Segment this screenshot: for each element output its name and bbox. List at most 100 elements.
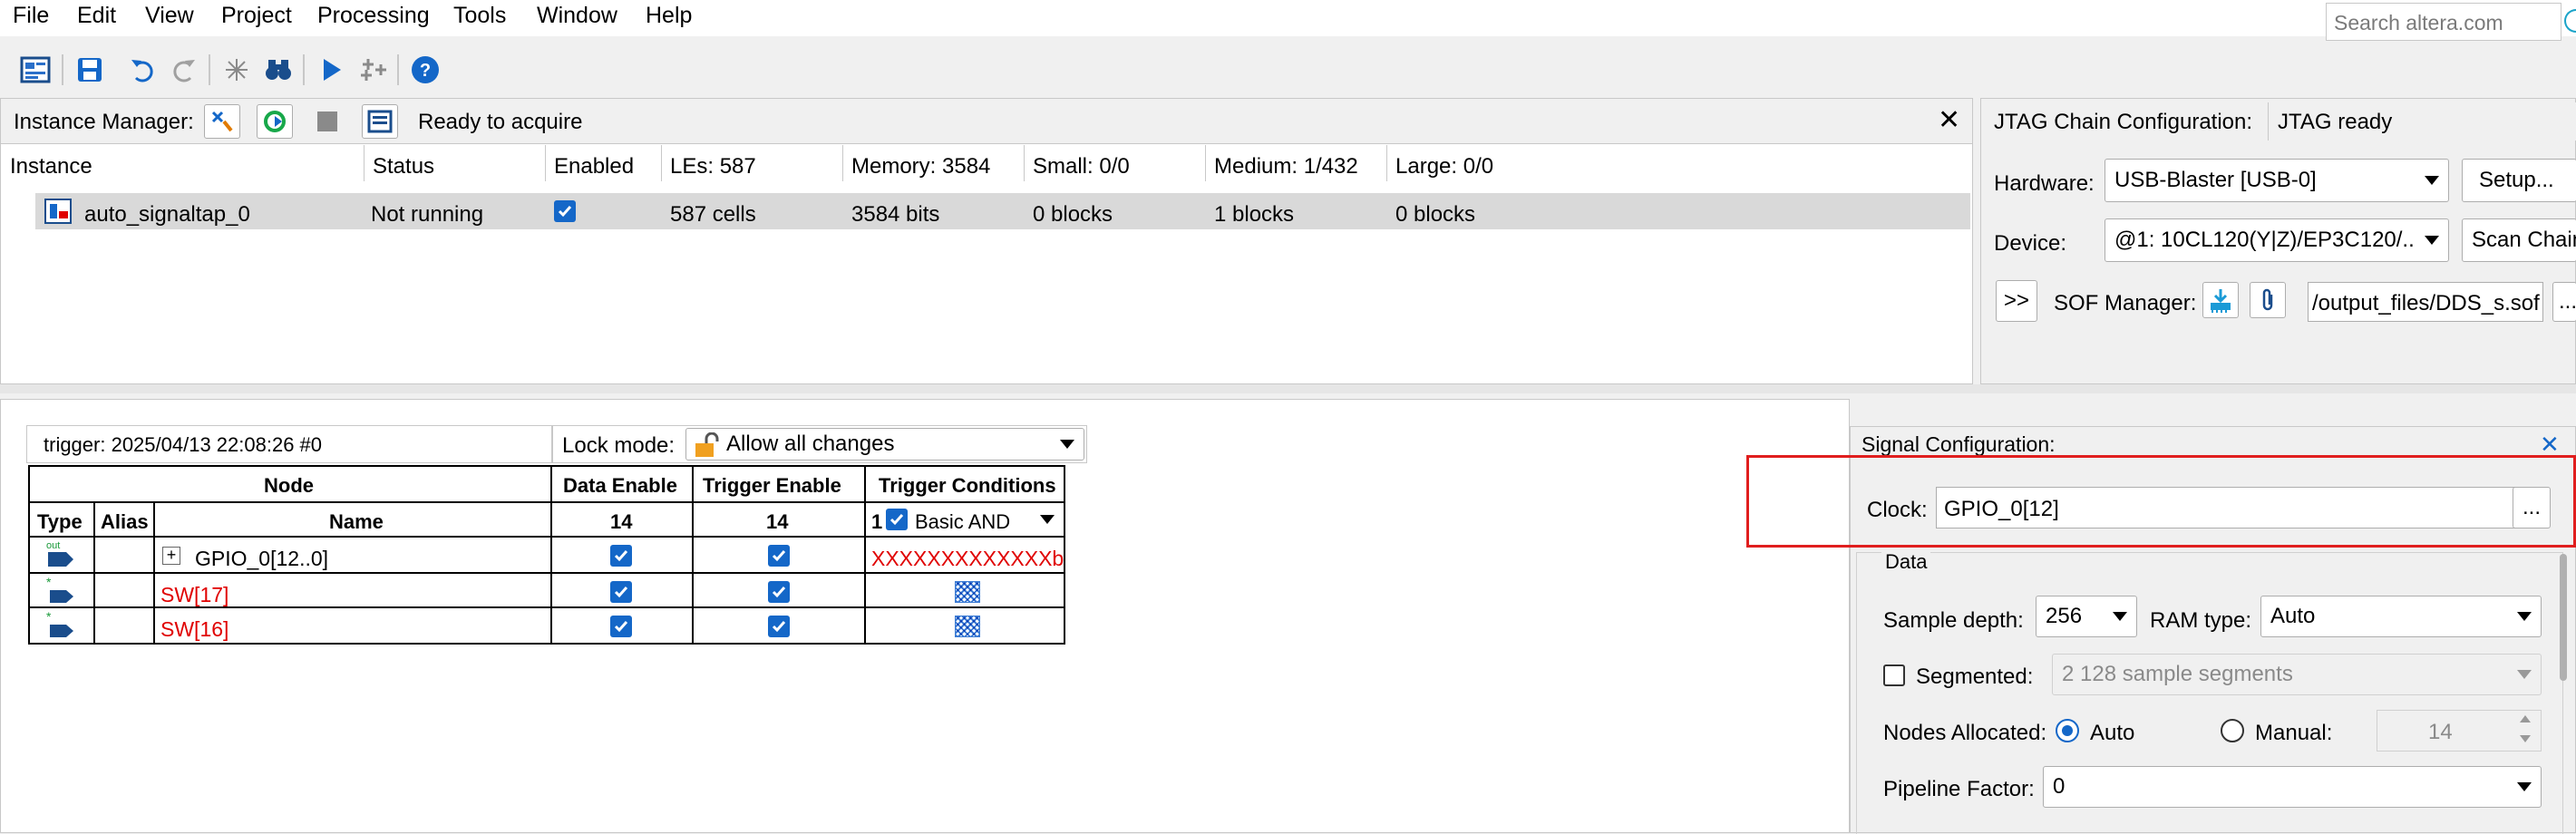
menu-file[interactable]: File [13, 3, 49, 29]
sof-file-field[interactable]: /output_files/DDS_s.sof [2308, 282, 2543, 322]
trigger-enable-checkbox[interactable] [768, 616, 790, 637]
read-data-icon[interactable] [362, 104, 398, 139]
signal-config-panel: Signal Configuration: ✕ Clock: GPIO_0[12… [1850, 426, 2576, 834]
les-value: 587 cells [670, 202, 756, 227]
save-icon[interactable] [73, 53, 107, 87]
sample-depth-select[interactable]: 256 [2036, 596, 2137, 637]
clock-browse-button[interactable]: ... [2513, 487, 2551, 529]
column-small[interactable]: Small: 0/0 [1033, 154, 1130, 179]
data-enable-header[interactable]: Data Enable [563, 474, 677, 498]
memory-value: 3584 bits [851, 202, 940, 227]
trigger-cond-value[interactable]: Basic AND [915, 510, 1010, 534]
jtag-panel: JTAG Chain Configuration: JTAG ready Har… [1980, 98, 2576, 384]
node-name[interactable]: GPIO_0[12..0] [195, 547, 328, 571]
medium-value: 1 blocks [1214, 202, 1295, 227]
column-les[interactable]: LEs: 587 [670, 154, 756, 179]
menu-processing[interactable]: Processing [317, 3, 430, 29]
segmented-select[interactable]: 2 128 sample segments [2052, 654, 2542, 695]
redo-icon[interactable] [167, 53, 201, 87]
clock-field[interactable]: GPIO_0[12] [1936, 487, 2542, 529]
type-header[interactable]: Type [37, 510, 83, 534]
scrollbar-thumb[interactable] [2560, 554, 2567, 681]
menu-view[interactable]: View [145, 3, 194, 29]
trigger-cond-checkbox[interactable] [886, 509, 908, 530]
find-icon[interactable] [261, 53, 296, 87]
unlock-icon [694, 432, 721, 460]
segmented-checkbox[interactable] [1883, 664, 1905, 686]
input-pin-icon: * [43, 609, 79, 643]
stop-analysis-icon[interactable] [355, 53, 390, 87]
dont-care-pattern-icon[interactable] [955, 581, 980, 603]
trigger-enable-checkbox[interactable] [768, 581, 790, 603]
setup-button[interactable]: Setup... [2462, 159, 2576, 202]
hardware-select[interactable]: USB-Blaster [USB-0] [2105, 159, 2449, 202]
menu-window[interactable]: Window [537, 3, 617, 29]
manual-radio[interactable] [2221, 719, 2244, 742]
lock-mode-select[interactable]: Allow all changes [685, 428, 1084, 461]
signaltap-icon[interactable] [18, 53, 53, 87]
splitter[interactable] [0, 384, 2576, 393]
close-icon[interactable]: ✕ [2540, 431, 2560, 459]
close-icon[interactable]: ✕ [1938, 104, 1960, 136]
spin-down-icon[interactable] [2520, 735, 2531, 742]
refresh-icon[interactable] [257, 104, 293, 139]
data-enable-checkbox[interactable] [610, 581, 632, 603]
device-label: Device: [1994, 231, 2067, 256]
spin-up-icon[interactable] [2520, 715, 2531, 722]
menu-project[interactable]: Project [221, 3, 292, 29]
data-enable-count: 14 [610, 510, 633, 533]
menu-tools[interactable]: Tools [453, 3, 506, 29]
data-enable-checkbox[interactable] [610, 616, 632, 637]
search-input[interactable]: Search altera.com [2326, 3, 2561, 41]
trigger-condition-value[interactable]: XXXXXXXXXXXXXb [871, 547, 1064, 571]
scan-chain-button[interactable]: Scan Chain [2462, 218, 2576, 262]
enabled-checkbox[interactable] [554, 200, 576, 222]
instance-icon [44, 199, 72, 224]
run-icon[interactable] [314, 53, 348, 87]
jtag-status: JTAG ready [2268, 102, 2576, 141]
column-instance[interactable]: Instance [10, 154, 92, 179]
trigger-enable-header[interactable]: Trigger Enable [703, 474, 841, 498]
data-enable-checkbox[interactable] [610, 545, 632, 567]
node-name[interactable]: SW[17] [160, 583, 228, 607]
signal-setup-panel: trigger: 2025/04/13 22:08:26 #0 Lock mod… [0, 399, 1850, 833]
column-status[interactable]: Status [373, 154, 434, 179]
trigger-conditions-header[interactable]: Trigger Conditions [879, 474, 1056, 498]
node-name[interactable]: SW[16] [160, 617, 228, 642]
autoscan-icon[interactable] [204, 104, 240, 139]
pipeline-factor-select[interactable]: 0 [2043, 766, 2542, 808]
trigger-enable-checkbox[interactable] [768, 545, 790, 567]
name-header[interactable]: Name [329, 510, 384, 534]
table-row[interactable]: auto_signaltap_0 Not running 587 cells 3… [35, 193, 1970, 229]
trigger-cond-prefix: 1 [871, 510, 883, 533]
instance-name: auto_signaltap_0 [84, 202, 250, 227]
menu-help[interactable]: Help [646, 3, 692, 29]
ram-type-select[interactable]: Auto [2260, 596, 2542, 637]
instance-status: Not running [371, 202, 484, 227]
device-select[interactable]: @1: 10CL120(Y|Z)/EP3C120/.. [2105, 218, 2449, 262]
column-memory[interactable]: Memory: 3584 [851, 154, 990, 179]
program-device-icon[interactable] [2202, 282, 2239, 318]
alias-header[interactable]: Alias [101, 510, 149, 534]
attach-icon[interactable] [2250, 282, 2286, 318]
undo-icon[interactable] [125, 53, 160, 87]
manual-spinbox[interactable]: 14 [2377, 710, 2542, 752]
segmented-label: Segmented: [1916, 664, 2034, 689]
column-large[interactable]: Large: 0/0 [1395, 154, 1493, 179]
menu-edit[interactable]: Edit [77, 3, 116, 29]
input-pin-icon: * [43, 575, 79, 608]
dont-care-pattern-icon[interactable] [955, 616, 980, 637]
node-header[interactable]: Node [264, 474, 314, 498]
stop-icon[interactable] [309, 104, 345, 139]
column-enabled[interactable]: Enabled [554, 154, 634, 179]
svg-text:?: ? [420, 61, 431, 81]
sof-browse-button[interactable]: ... [2552, 282, 2576, 322]
chevron-down-icon[interactable] [1040, 515, 1055, 524]
auto-radio[interactable] [2056, 719, 2079, 742]
expand-button[interactable]: >> [1996, 280, 2037, 322]
column-medium[interactable]: Medium: 1/432 [1214, 154, 1358, 179]
sample-depth-label: Sample depth: [1883, 608, 2024, 633]
autorun-icon[interactable] [219, 53, 254, 87]
help-icon[interactable]: ? [408, 53, 442, 87]
expand-icon[interactable]: + [162, 547, 180, 565]
